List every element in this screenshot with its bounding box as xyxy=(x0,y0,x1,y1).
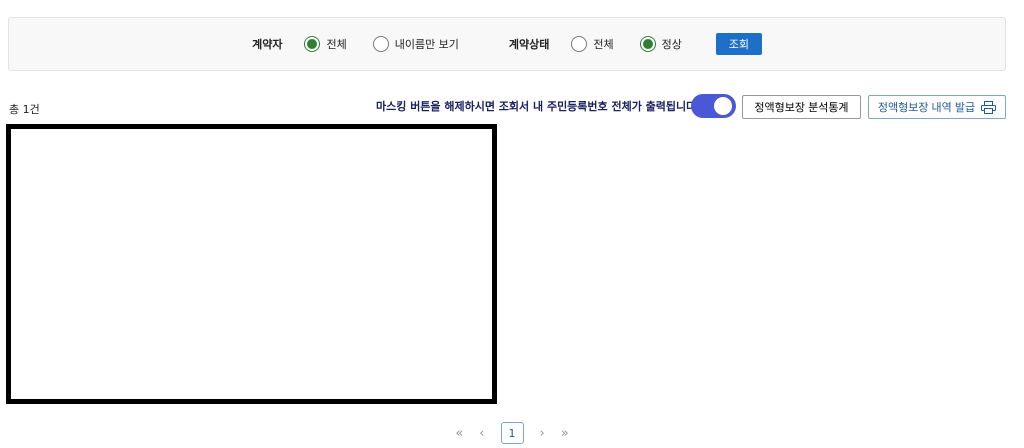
radio-label: 전체 xyxy=(593,38,614,51)
analysis-stats-button[interactable]: 정액형보장 분석통계 xyxy=(742,95,861,119)
status-radio-all[interactable]: 전체 xyxy=(571,36,614,52)
masking-notice: 마스킹 버튼을 해제하시면 조회서 내 주민등록번호 전체가 출력됩니다. xyxy=(376,100,701,113)
search-button[interactable]: 조회 xyxy=(715,33,762,55)
contractor-radio-mine[interactable]: 내이름만 보기 xyxy=(372,36,459,52)
issue-history-button[interactable]: 정액형보장 내역 발급 xyxy=(868,95,1006,119)
status-radio-normal[interactable]: 정상 xyxy=(639,36,682,52)
last-page-button[interactable]: » xyxy=(561,426,569,441)
redacted-content-area xyxy=(6,124,497,404)
radio-icon xyxy=(639,36,656,52)
first-page-button[interactable]: « xyxy=(455,426,463,441)
radio-icon xyxy=(571,36,588,52)
pagination: « ‹ 1 › » xyxy=(0,422,1024,444)
total-count: 총 1건 xyxy=(9,103,40,116)
radio-icon xyxy=(304,36,321,52)
next-page-button[interactable]: › xyxy=(540,426,545,441)
radio-label: 내이름만 보기 xyxy=(394,38,459,51)
radio-label: 정상 xyxy=(661,38,682,51)
printer-icon xyxy=(981,100,997,114)
contractor-label: 계약자 xyxy=(252,38,283,51)
status-label: 계약상태 xyxy=(508,38,550,51)
page-1-button[interactable]: 1 xyxy=(500,422,524,444)
issue-button-label: 정액형보장 내역 발급 xyxy=(877,102,976,114)
search-filter-panel: 계약자 전체 내이름만 보기 계약상태 전체 정상 조회 xyxy=(8,17,1006,71)
radio-icon xyxy=(372,36,389,52)
contractor-radio-all[interactable]: 전체 xyxy=(304,36,347,52)
prev-page-button[interactable]: ‹ xyxy=(479,426,484,441)
radio-label: 전체 xyxy=(326,38,347,51)
masking-toggle[interactable] xyxy=(691,94,736,118)
